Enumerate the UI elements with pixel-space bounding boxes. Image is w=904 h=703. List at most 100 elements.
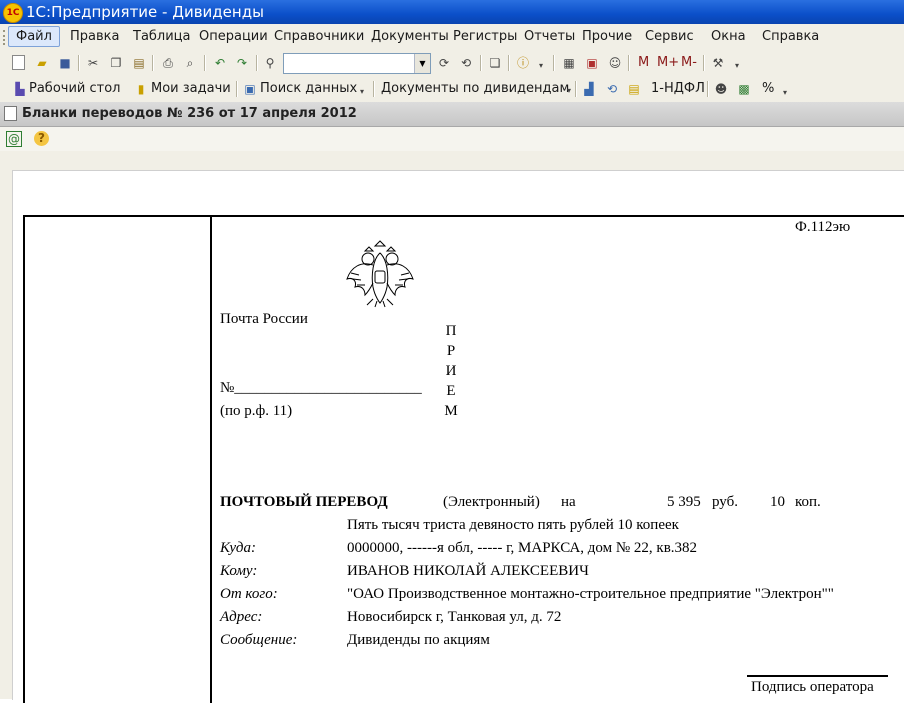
toolbar-separator bbox=[553, 55, 555, 71]
state-emblem-icon bbox=[346, 240, 414, 308]
chevron-down-icon[interactable]: ▼ bbox=[414, 54, 430, 73]
amount-rubles: 5 395 bbox=[667, 494, 701, 510]
vertical-letter: М bbox=[444, 403, 458, 419]
cut-icon[interactable]: ✂ bbox=[85, 55, 101, 71]
document-icon bbox=[4, 106, 17, 121]
panel-toolbar: ▙ Рабочий стол ▮ Мои задачи ▣ Поиск данн… bbox=[0, 76, 904, 103]
kopecks-label: коп. bbox=[795, 494, 821, 510]
toolbar-separator bbox=[575, 81, 577, 97]
menu-help[interactable]: Справка bbox=[762, 29, 819, 44]
amount-in-words: Пять тысяч триста девяносто пять рублей … bbox=[347, 517, 679, 533]
help-icon[interactable]: ? bbox=[34, 131, 49, 146]
blank-top-border bbox=[210, 215, 904, 217]
desktop-button[interactable]: Рабочий стол bbox=[29, 81, 120, 96]
memory-button[interactable]: M bbox=[638, 55, 649, 70]
data-search-button[interactable]: Поиск данных bbox=[260, 81, 357, 96]
memory-add-button[interactable]: M+ bbox=[657, 55, 679, 70]
operator-signature-label: Подпись оператора bbox=[751, 679, 874, 695]
ndfl-button[interactable]: 1-НДФЛ bbox=[651, 81, 705, 96]
dividend-documents-button[interactable]: Документы по дивидендам bbox=[381, 81, 569, 96]
toolbar-separator bbox=[508, 55, 510, 71]
memory-subtract-button[interactable]: M- bbox=[681, 55, 697, 70]
calendar-icon[interactable]: ▣ bbox=[584, 55, 600, 71]
search-combo[interactable]: ▼ bbox=[283, 53, 431, 74]
dropdown-arrow-icon[interactable]: ▾ bbox=[533, 58, 549, 74]
field-value: Дивиденды по акциям bbox=[347, 632, 490, 648]
form-code: Ф.112эю bbox=[795, 219, 851, 235]
find-previous-icon[interactable]: ⟲ bbox=[458, 55, 474, 71]
menu-other[interactable]: Прочие bbox=[582, 29, 632, 44]
toolbar-separator bbox=[152, 55, 154, 71]
refresh-document-icon[interactable]: ⟲ bbox=[604, 81, 620, 97]
new-document-icon[interactable] bbox=[12, 55, 25, 70]
menu-operations[interactable]: Операции bbox=[199, 29, 268, 44]
menu-documents[interactable]: Документы bbox=[371, 29, 449, 44]
windows-icon[interactable]: ❏ bbox=[487, 55, 503, 71]
vertical-letter: Р bbox=[446, 343, 456, 359]
vertical-letter: И bbox=[445, 363, 457, 379]
save-icon[interactable]: ■ bbox=[57, 55, 73, 71]
redo-icon[interactable]: ↷ bbox=[234, 55, 250, 71]
document-window-header: Бланки переводов № 236 от 17 апреля 2012 bbox=[0, 102, 904, 127]
toolbar-separator bbox=[204, 55, 206, 71]
tools-icon[interactable]: ⚒ bbox=[710, 55, 726, 71]
signature-line bbox=[747, 675, 888, 677]
vertical-letter: Е bbox=[446, 383, 456, 399]
dropdown-arrow-icon[interactable]: ▾ bbox=[354, 84, 370, 100]
users-icon[interactable]: ☺ bbox=[607, 55, 623, 71]
menu-table[interactable]: Таблица bbox=[133, 29, 191, 44]
field-label: Кому: bbox=[220, 563, 258, 579]
calculator-icon[interactable]: ▦ bbox=[561, 55, 577, 71]
menu-registers[interactable]: Регистры bbox=[453, 29, 517, 44]
dropdown-arrow-icon[interactable]: ▾ bbox=[777, 85, 793, 101]
tasks-button[interactable]: Мои задачи bbox=[151, 81, 231, 96]
employees-icon[interactable]: ☻ bbox=[713, 81, 729, 97]
amount-on-label: на bbox=[561, 494, 576, 510]
statement-icon[interactable]: ▩ bbox=[736, 81, 752, 97]
field-value: 0000000, ------я обл, ----- г, МАРКСА, д… bbox=[347, 540, 698, 556]
toolbar-separator bbox=[373, 81, 375, 97]
copy-icon[interactable]: ❐ bbox=[108, 55, 124, 71]
export-icon[interactable]: ▤ bbox=[626, 81, 642, 97]
field-label: От кого: bbox=[220, 586, 278, 602]
vertical-letter: П bbox=[445, 323, 457, 339]
menu-catalogs[interactable]: Справочники bbox=[274, 29, 364, 44]
toolbar-separator bbox=[628, 55, 630, 71]
rubles-label: руб. bbox=[712, 494, 738, 510]
transfer-type: (Электронный) bbox=[443, 494, 540, 510]
toolbar-separator bbox=[703, 55, 705, 71]
field-value: ИВАНОВ НИКОЛАЙ АЛЕКСЕЕВИЧ bbox=[347, 563, 589, 579]
menu-service[interactable]: Сервис bbox=[645, 29, 694, 44]
menu-windows[interactable]: Окна bbox=[711, 29, 746, 44]
standard-toolbar: ▰ ■ ✂ ❐ ▤ ⎙ ⌕ ↶ ↷ ⚲ ▼ ⟳ ⟲ ❏ ⓘ ▾ ▦ ▣ ☺ M … bbox=[0, 50, 904, 76]
print-preview-icon[interactable]: ⌕ bbox=[182, 55, 198, 71]
data-search-icon: ▣ bbox=[244, 82, 256, 96]
menu-bar: Файл Правка Таблица Операции Справочники… bbox=[0, 24, 904, 51]
toolbar-separator bbox=[78, 55, 80, 71]
email-icon[interactable]: @ bbox=[6, 131, 22, 147]
find-next-icon[interactable]: ⟳ bbox=[436, 55, 452, 71]
transfer-heading: ПОЧТОВЫЙ ПЕРЕВОД bbox=[220, 494, 388, 510]
paste-icon[interactable]: ▤ bbox=[131, 55, 147, 71]
field-label: Куда: bbox=[220, 540, 257, 556]
tasks-icon: ▮ bbox=[137, 82, 145, 96]
menu-file[interactable]: Файл bbox=[8, 26, 60, 47]
search-icon[interactable]: ⚲ bbox=[262, 55, 278, 71]
open-folder-icon[interactable]: ▰ bbox=[34, 55, 50, 71]
blank-left-column bbox=[23, 215, 212, 703]
report-chart-icon[interactable]: ▟ bbox=[581, 81, 597, 97]
menu-reports[interactable]: Отчеты bbox=[524, 29, 575, 44]
amount-kopecks: 10 bbox=[770, 494, 785, 510]
dropdown-arrow-icon[interactable]: ▾ bbox=[729, 58, 745, 74]
info-icon[interactable]: ⓘ bbox=[515, 55, 531, 71]
window-title-bar: 1C 1С:Предприятие - Дивиденды bbox=[0, 0, 904, 24]
app-logo-icon: 1C bbox=[3, 3, 23, 23]
post-name: Почта России bbox=[220, 311, 308, 327]
field-value: "ОАО Производственное монтажно-строитель… bbox=[347, 586, 834, 602]
menu-edit[interactable]: Правка bbox=[70, 29, 119, 44]
undo-icon[interactable]: ↶ bbox=[212, 55, 228, 71]
print-icon[interactable]: ⎙ bbox=[160, 55, 176, 71]
transfer-number-field: №_________________________ bbox=[220, 380, 422, 396]
window-title: 1С:Предприятие - Дивиденды bbox=[26, 3, 264, 21]
percent-button[interactable]: % bbox=[762, 81, 774, 96]
